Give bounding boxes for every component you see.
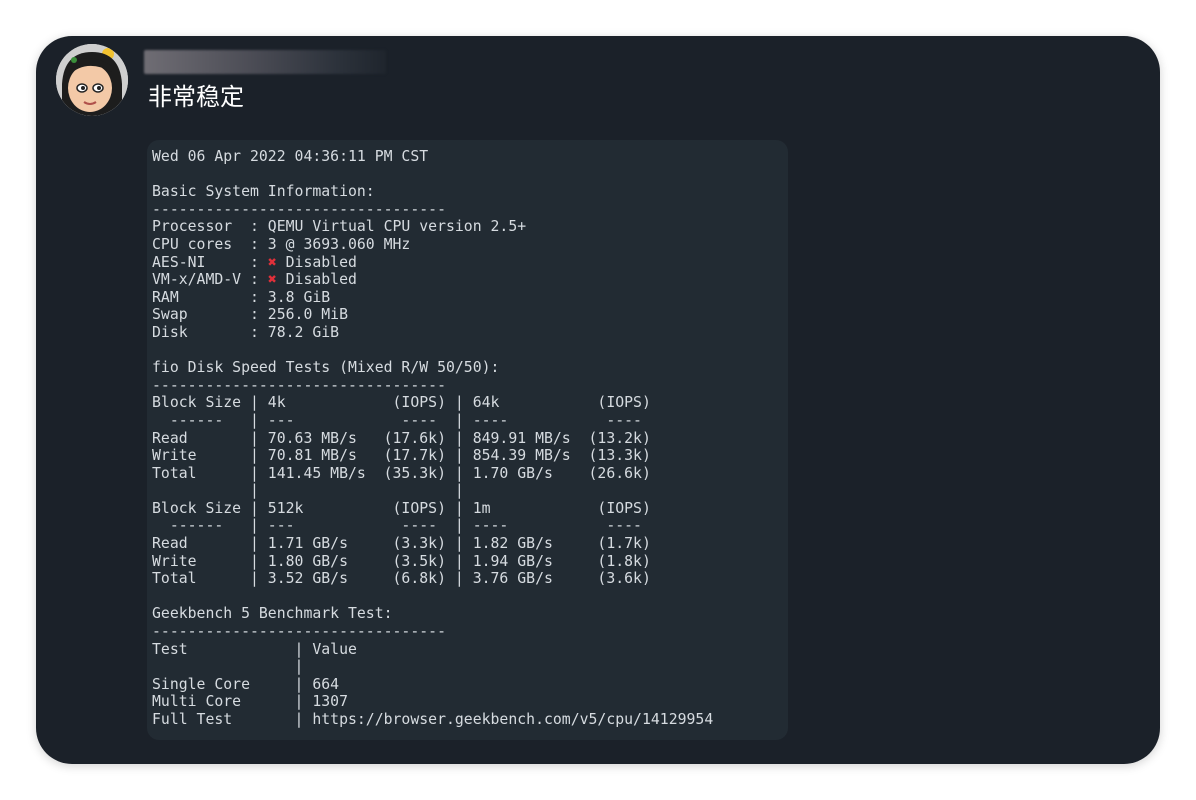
terminal-line: CPU cores : 3 @ 3693.060 MHz	[152, 235, 411, 253]
terminal-line: Processor : QEMU Virtual CPU version 2.5…	[152, 218, 527, 236]
terminal-line: Block Size | 4k (IOPS) | 64k (IOPS)	[152, 394, 651, 412]
terminal-line: VM-x/AMD-V : ✖ Disabled	[152, 271, 357, 289]
message-text: 非常稳定	[148, 83, 244, 111]
terminal-line: Disk : 78.2 GiB	[152, 323, 340, 341]
terminal-line: Geekbench 5 Benchmark Test:	[152, 605, 393, 623]
x-mark-icon: ✖	[267, 271, 277, 289]
terminal-line: Single Core | 664	[152, 675, 340, 693]
terminal-line: |	[152, 658, 304, 676]
terminal-line: | |	[152, 482, 464, 500]
avatar[interactable]	[56, 44, 128, 116]
terminal-line: Read | 70.63 MB/s (17.6k) | 849.91 MB/s …	[152, 429, 651, 447]
sender-name-blurred	[144, 50, 386, 74]
terminal-line: Swap : 256.0 MiB	[152, 306, 348, 324]
terminal-line: Test | Value	[152, 640, 357, 658]
terminal-line: Block Size | 512k (IOPS) | 1m (IOPS)	[152, 499, 651, 517]
terminal-line: Full Test | https://browser.geekbench.co…	[152, 711, 714, 728]
terminal-line: ---------------------------------	[152, 623, 446, 641]
terminal-line: ---------------------------------	[152, 200, 446, 218]
terminal-line: Multi Core | 1307	[152, 693, 348, 711]
terminal-line: fio Disk Speed Tests (Mixed R/W 50/50):	[152, 359, 500, 377]
x-mark-icon: ✖	[267, 253, 277, 271]
terminal-line: Read | 1.71 GB/s (3.3k) | 1.82 GB/s (1.7…	[152, 535, 651, 553]
terminal-line: Basic System Information:	[152, 183, 375, 201]
terminal-line: ------ | --- ---- | ---- ----	[152, 411, 642, 429]
avatar-cartoon-face-icon	[56, 44, 128, 116]
terminal-line: ---------------------------------	[152, 376, 446, 394]
terminal-line: Total | 3.52 GB/s (6.8k) | 3.76 GB/s (3.…	[152, 570, 651, 588]
terminal-line: AES-NI : ✖ Disabled	[152, 253, 357, 271]
terminal-line: Write | 1.80 GB/s (3.5k) | 1.94 GB/s (1.…	[152, 552, 651, 570]
terminal-line: RAM : 3.8 GiB	[152, 288, 331, 306]
terminal-output: Wed 06 Apr 2022 04:36:11 PM CST Basic Sy…	[152, 148, 713, 729]
terminal-line: ------ | --- ---- | ---- ----	[152, 517, 642, 535]
terminal-line: Total | 141.45 MB/s (35.3k) | 1.70 GB/s …	[152, 464, 651, 482]
terminal-line: Wed 06 Apr 2022 04:36:11 PM CST	[152, 148, 429, 165]
terminal-line: Write | 70.81 MB/s (17.7k) | 854.39 MB/s…	[152, 447, 651, 465]
